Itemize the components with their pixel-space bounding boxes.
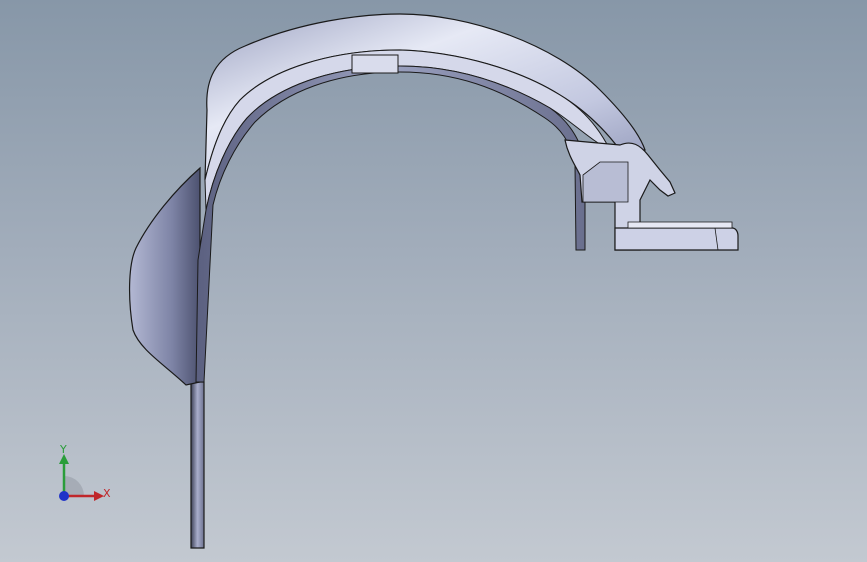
- side-flare: [128, 166, 201, 386]
- triad-graphic: [59, 454, 104, 501]
- graphics-viewport[interactable]: Y X: [0, 0, 867, 562]
- y-axis-label: Y: [60, 443, 67, 456]
- top-tab: [351, 54, 399, 74]
- mounting-plate-top: [627, 221, 733, 229]
- orientation-triad: Y X: [40, 440, 130, 520]
- z-axis-dot: [59, 491, 69, 501]
- mounting-plate: [614, 227, 739, 251]
- x-axis-label: X: [103, 487, 111, 500]
- inner-lip: [195, 65, 586, 383]
- fender-model[interactable]: [0, 0, 867, 562]
- left-flange: [190, 381, 205, 549]
